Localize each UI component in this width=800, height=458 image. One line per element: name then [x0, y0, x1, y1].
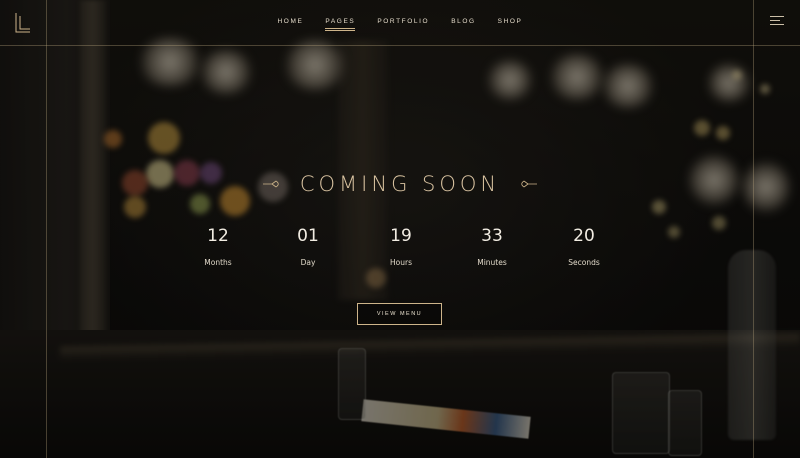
nav-item-home[interactable]: HOME: [278, 18, 304, 29]
nav-item-pages[interactable]: PAGES: [325, 18, 356, 29]
frame-line-left: [46, 0, 47, 458]
nav-item-portfolio[interactable]: PORTFOLIO: [377, 18, 429, 29]
nav-item-blog[interactable]: BLOG: [451, 18, 475, 29]
countdown-hours: 19 Hours: [361, 226, 441, 267]
hamburger-menu-icon[interactable]: [770, 16, 784, 30]
countdown-minutes: 33 Minutes: [452, 226, 532, 267]
countdown-days: 01 Day: [268, 226, 348, 267]
countdown-label: Day: [300, 258, 316, 267]
countdown-seconds: 20 Seconds: [544, 226, 624, 267]
nav-item-shop[interactable]: SHOP: [498, 18, 523, 29]
view-menu-button[interactable]: VIEW MENU: [357, 303, 442, 325]
page-title: COMING SOON: [299, 172, 501, 196]
menu-line: [770, 16, 784, 17]
main-navigation: HOME PAGES PORTFOLIO BLOG SHOP: [0, 18, 800, 29]
countdown-value: 12: [207, 226, 229, 246]
menu-line: [770, 24, 784, 25]
frame-line-top: [0, 45, 800, 46]
countdown-label: Minutes: [477, 258, 507, 267]
countdown-value: 01: [297, 226, 319, 246]
countdown-label: Hours: [390, 258, 412, 267]
menu-line: [770, 20, 780, 21]
countdown-label: Months: [204, 258, 232, 267]
ornament-icon: [515, 175, 537, 193]
countdown-label: Seconds: [568, 258, 600, 267]
countdown-value: 33: [481, 226, 503, 246]
ornament-icon: [263, 175, 285, 193]
countdown-value: 20: [573, 226, 595, 246]
countdown-months: 12 Months: [178, 226, 258, 267]
hero-title-row: COMING SOON: [0, 172, 800, 196]
countdown-value: 19: [390, 226, 412, 246]
frame-line-right: [753, 0, 754, 458]
